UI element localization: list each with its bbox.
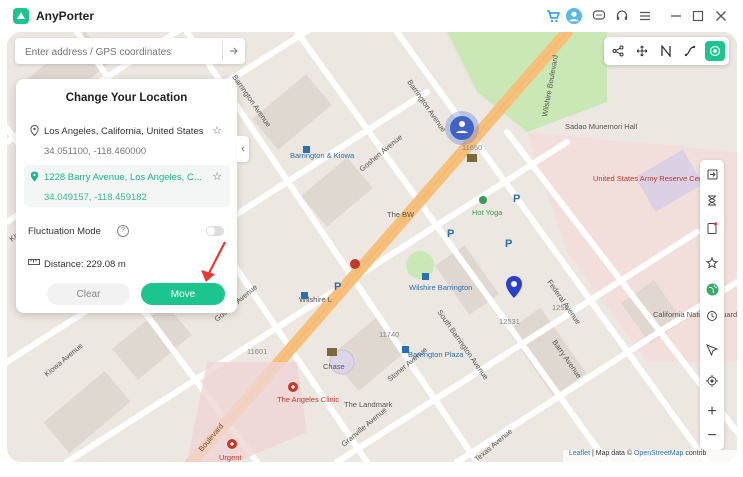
close-icon[interactable] bbox=[713, 8, 729, 24]
chat-icon[interactable] bbox=[591, 8, 607, 24]
map-view[interactable]: Kiowa Avenue Kiowa Avenue Kiowa Avenue B… bbox=[7, 32, 737, 462]
ruler-icon bbox=[28, 258, 40, 269]
zoom-out-icon[interactable]: − bbox=[700, 424, 724, 448]
maximize-icon[interactable] bbox=[690, 8, 706, 24]
map-attribution: Leaflet | Map data © OpenStreetMap contr… bbox=[563, 450, 737, 462]
side-toolbar: + − bbox=[700, 160, 724, 450]
collapse-panel-button[interactable]: ‹ bbox=[237, 136, 249, 162]
fluctuation-mode-toggle[interactable] bbox=[206, 226, 224, 236]
teleport-icon[interactable] bbox=[705, 41, 725, 61]
locate-icon[interactable] bbox=[700, 369, 724, 393]
zoom-in-icon[interactable]: + bbox=[700, 400, 724, 424]
title-bar: AnyPorter bbox=[0, 0, 743, 32]
help-icon[interactable]: ? bbox=[117, 225, 129, 237]
location-pin-icon bbox=[30, 124, 39, 139]
mode-toolbar bbox=[604, 37, 729, 65]
location-name: Los Angeles, California, United States bbox=[44, 126, 204, 137]
fluctuation-mode-label: Fluctuation Mode bbox=[28, 226, 101, 237]
clear-button[interactable]: Clear bbox=[47, 283, 130, 305]
search-submit-arrow-icon[interactable] bbox=[222, 41, 245, 61]
favorite-star-icon[interactable]: ☆ bbox=[212, 170, 222, 183]
app-title: AnyPorter bbox=[36, 9, 95, 23]
hourglass-icon[interactable] bbox=[700, 188, 724, 212]
anyporter-logo-icon bbox=[13, 8, 29, 24]
device-icon[interactable] bbox=[700, 216, 724, 240]
openstreetmap-link[interactable]: OpenStreetMap bbox=[634, 450, 683, 457]
headset-icon[interactable] bbox=[614, 8, 630, 24]
location-item-current[interactable]: Los Angeles, California, United States 3… bbox=[24, 119, 230, 157]
history-icon[interactable] bbox=[700, 304, 724, 328]
address-search-input[interactable] bbox=[23, 42, 217, 62]
location-item-destination[interactable]: 1228 Barry Avenue, Los Angeles, C... 34.… bbox=[24, 165, 230, 207]
globe-icon[interactable] bbox=[700, 277, 724, 301]
location-pin-icon bbox=[30, 171, 39, 185]
location-name: 1228 Barry Avenue, Los Angeles, C... bbox=[44, 172, 202, 183]
distance-row: Distance: 229.08 m bbox=[24, 254, 230, 276]
distance-label: Distance: 229.08 m bbox=[44, 259, 126, 270]
favorite-star-icon[interactable]: ☆ bbox=[212, 124, 222, 137]
share-route-icon[interactable] bbox=[608, 41, 628, 61]
joystick-icon[interactable] bbox=[632, 41, 652, 61]
attribution-text: | Map data © bbox=[590, 450, 634, 457]
cart-icon[interactable] bbox=[545, 8, 561, 24]
location-coords: 34.051100, -118.460000 bbox=[44, 146, 147, 157]
user-avatar-icon[interactable] bbox=[566, 8, 582, 24]
minimize-icon[interactable] bbox=[668, 8, 684, 24]
address-search-bar[interactable] bbox=[15, 38, 245, 64]
import-icon[interactable] bbox=[700, 162, 724, 186]
attribution-tail: contrib bbox=[683, 450, 707, 457]
location-coords: 34.049157, -118.459182 bbox=[44, 192, 147, 203]
change-location-panel: Change Your Location Los Angeles, Califo… bbox=[16, 79, 237, 313]
favorite-icon[interactable] bbox=[700, 251, 724, 275]
leaflet-link[interactable]: Leaflet bbox=[569, 450, 590, 457]
navigate-icon[interactable] bbox=[700, 338, 724, 362]
menu-icon[interactable] bbox=[637, 8, 653, 24]
multi-stop-icon[interactable] bbox=[656, 41, 676, 61]
one-stop-icon[interactable] bbox=[680, 41, 700, 61]
fluctuation-mode-row: Fluctuation Mode ? bbox=[24, 221, 230, 243]
panel-title: Change Your Location bbox=[65, 92, 188, 104]
move-button[interactable]: Move bbox=[141, 283, 225, 305]
